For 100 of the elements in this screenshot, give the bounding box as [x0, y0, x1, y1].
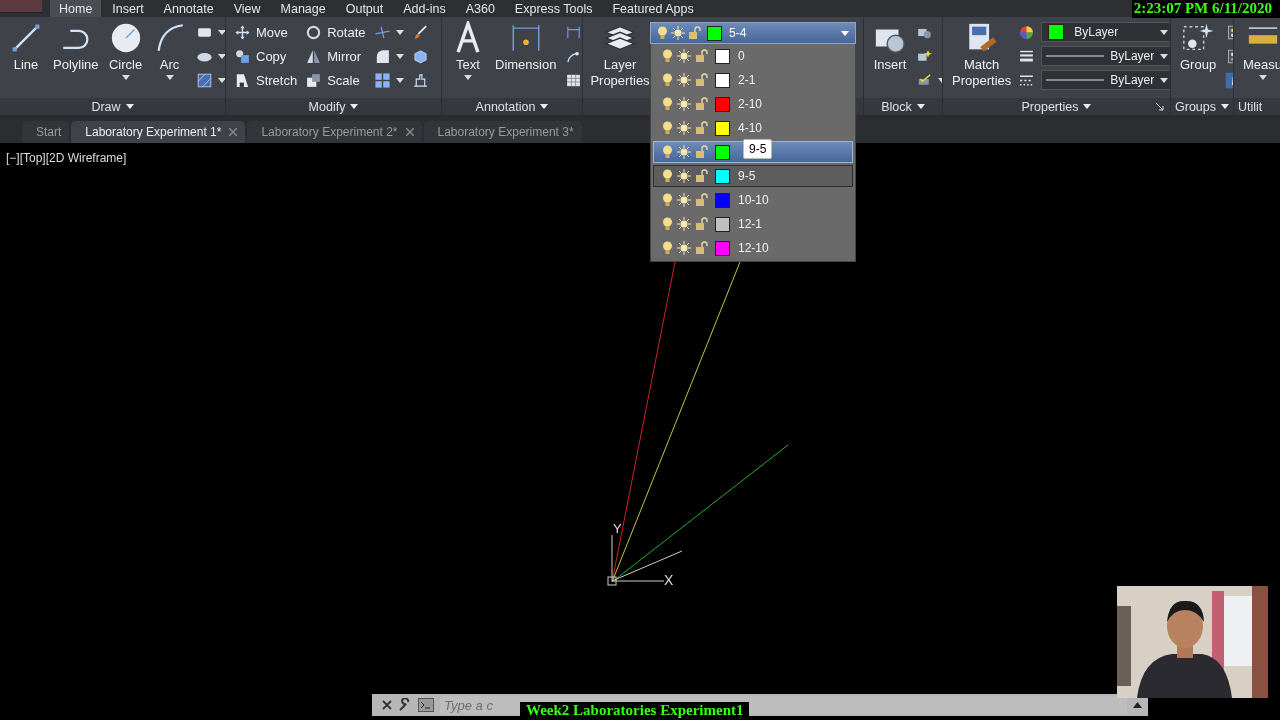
ribbon-tab[interactable]: Express Tools: [505, 0, 602, 17]
ribbon-tab[interactable]: A360: [456, 0, 504, 17]
document-tab[interactable]: Laboratory Experiment 2*: [247, 121, 422, 143]
layer-item[interactable]: 2-1: [653, 69, 853, 91]
unlocked-padlock-icon: [695, 73, 709, 87]
unlocked-padlock-icon: [695, 97, 709, 111]
bulb-icon: [657, 26, 668, 40]
ribbon-tool-button[interactable]: Insert: [870, 21, 910, 73]
unlocked-padlock-icon: [688, 26, 702, 40]
color-wheel-icon: [1018, 23, 1036, 41]
unlocked-padlock-icon: [695, 241, 709, 255]
layer-item[interactable]: 4-10: [653, 117, 853, 139]
close-icon[interactable]: [382, 700, 392, 710]
caption-overlay: Week2 Laboratories Experiment1: [520, 702, 750, 719]
ribbon-tool-button[interactable]: Polyline: [50, 21, 102, 73]
unlocked-padlock-icon: [695, 217, 709, 231]
property-dropdown[interactable]: ByLayer: [1041, 22, 1170, 42]
bulb-icon: [662, 97, 673, 111]
document-tab[interactable]: Laboratory Experiment 1*: [71, 121, 246, 143]
ribbon-tab[interactable]: Insert: [103, 0, 153, 17]
close-icon[interactable]: [405, 128, 414, 136]
sun-icon: [671, 26, 685, 40]
sun-icon: [677, 73, 691, 87]
panel-title: Utilit: [1238, 99, 1263, 114]
stretch-icon: [234, 71, 251, 89]
ribbon-tab[interactable]: Manage: [271, 0, 335, 17]
ribbon-tool-button[interactable]: Dimension: [492, 21, 560, 73]
ribbon-tool-button[interactable]: Scale: [303, 69, 368, 91]
panel-title: Modify: [308, 99, 346, 114]
ribbon-tool-button[interactable]: Line: [6, 21, 46, 73]
array-icon: [373, 71, 391, 89]
sun-icon: [677, 145, 691, 159]
ribbon-tab[interactable]: View: [224, 0, 270, 17]
document-tab[interactable]: Laboratory Experiment 3*: [423, 121, 582, 143]
prompt-icon[interactable]: [418, 698, 434, 712]
ribbon-tool-button[interactable]: Stretch: [232, 69, 300, 91]
ribbon-tool-button[interactable]: Move: [232, 21, 300, 43]
panel-title: Properties: [1021, 99, 1079, 114]
layer-item[interactable]: 9-5: [653, 165, 853, 187]
bulb-icon: [662, 145, 673, 159]
line-sample-icon: [1046, 54, 1105, 58]
layer-item[interactable]: 12-10: [653, 237, 853, 259]
sun-icon: [677, 97, 691, 111]
up-caret-icon[interactable]: [1133, 702, 1142, 708]
panel-title: Draw: [91, 99, 121, 114]
sun-icon: [677, 193, 691, 207]
line-sample-icon: [1046, 78, 1105, 82]
bulb-icon: [662, 193, 673, 207]
sun-icon: [677, 241, 691, 255]
property-dropdown[interactable]: ByLayer: [1041, 70, 1170, 90]
viewport-label[interactable]: [−][Top][2D Wireframe]: [6, 151, 127, 165]
property-dropdown[interactable]: ByLayer: [1041, 46, 1170, 66]
panel-title: Annotation: [475, 99, 536, 114]
layer-item[interactable]: 12-1: [653, 213, 853, 235]
ribbon-tab[interactable]: Output: [336, 0, 393, 17]
ribbon-tool-button[interactable]: Group: [1177, 21, 1220, 73]
unlocked-padlock-icon: [695, 121, 709, 135]
sun-icon: [677, 121, 691, 135]
panel-title: Groups: [1175, 99, 1216, 114]
unlocked-padlock-icon: [695, 169, 709, 183]
document-tab[interactable]: Start: [22, 121, 70, 143]
timestamp-overlay: 2:23:07 PM 6/11/2020: [1131, 0, 1280, 18]
sun-icon: [677, 217, 691, 231]
move-icon: [234, 23, 251, 41]
launcher-arrow-icon[interactable]: [1156, 103, 1164, 111]
ribbon-tab[interactable]: Add-ins: [394, 0, 455, 17]
ribbon-tool-button[interactable]: Match Properties: [949, 21, 1015, 89]
copy-icon: [234, 47, 251, 65]
unlocked-padlock-icon: [695, 145, 709, 159]
layer-item[interactable]: [653, 141, 853, 163]
ribbon-tool-button[interactable]: Circle: [105, 21, 146, 80]
rotate-icon: [305, 23, 323, 41]
layer-dropdown[interactable]: 5-4: [650, 22, 856, 44]
ribbon-tool-button[interactable]: Mirror: [303, 45, 368, 67]
bulb-icon: [662, 49, 673, 63]
unlocked-padlock-icon: [695, 193, 709, 207]
layer-item[interactable]: 0: [653, 45, 853, 67]
bulb-icon: [662, 169, 673, 183]
hatch-icon: [195, 71, 213, 89]
bulb-icon: [662, 217, 673, 231]
wrench-icon[interactable]: [398, 698, 412, 712]
unlocked-padlock-icon: [695, 49, 709, 63]
bulb-icon: [662, 241, 673, 255]
tooltip: 9-5: [743, 139, 773, 159]
bulb-icon: [662, 73, 673, 87]
ribbon-tool-button[interactable]: Arc: [149, 21, 190, 80]
panel-title: Block: [881, 99, 912, 114]
ribbon-tab[interactable]: Home: [50, 0, 102, 17]
ribbon-tab[interactable]: Annotate: [154, 0, 223, 17]
ribbon-tool-button[interactable]: Copy: [232, 45, 300, 67]
sun-icon: [677, 49, 691, 63]
close-icon[interactable]: [229, 128, 238, 136]
bulb-icon: [662, 121, 673, 135]
ribbon-tool-button[interactable]: Rotate: [303, 21, 368, 43]
layer-item[interactable]: 2-10: [653, 93, 853, 115]
layer-item[interactable]: 10-10: [653, 189, 853, 211]
sun-icon: [677, 169, 691, 183]
ribbon-tab[interactable]: Featured Apps: [603, 0, 703, 17]
ribbon-tool-button[interactable]: Text: [448, 21, 488, 80]
scale-icon: [305, 71, 323, 89]
